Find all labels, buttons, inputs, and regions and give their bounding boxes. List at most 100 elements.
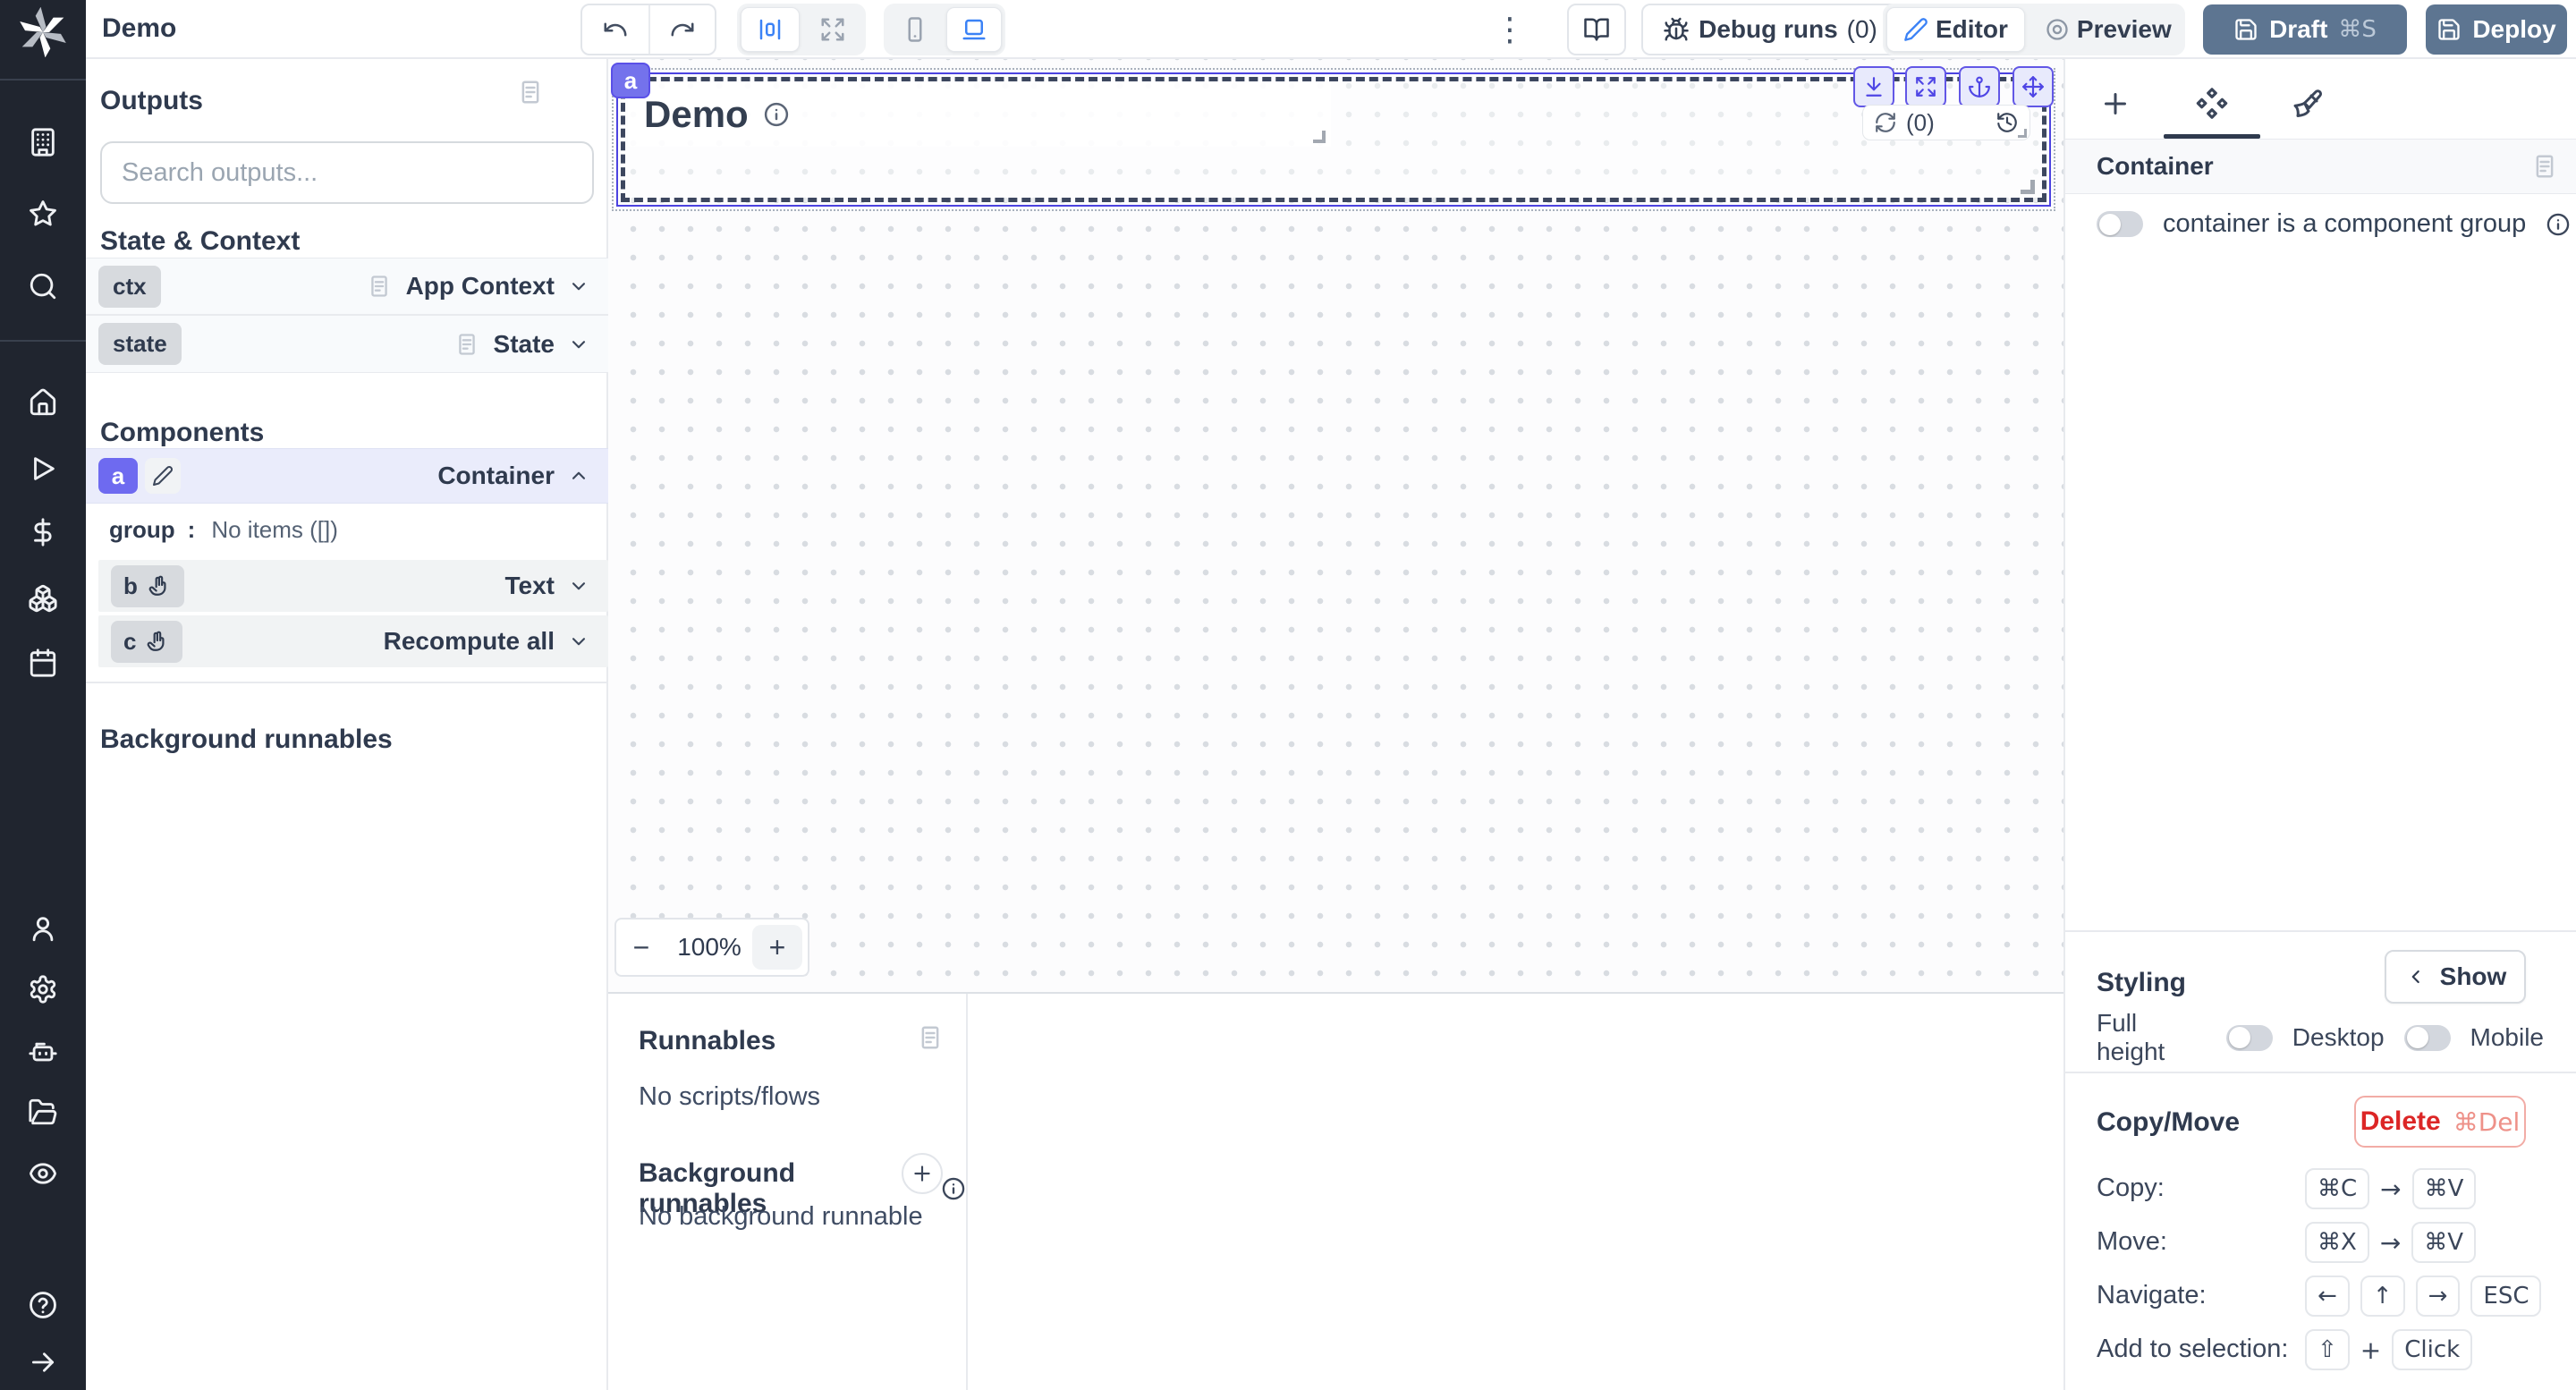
- deploy-button[interactable]: Deploy: [2426, 4, 2567, 55]
- rail-divider: [0, 340, 86, 342]
- kbd-key: ←: [2305, 1276, 2350, 1317]
- docs-button[interactable]: [1567, 4, 1626, 55]
- full-height-label: Full height: [2097, 1009, 2207, 1066]
- preview-label: Preview: [2077, 15, 2172, 44]
- refresh-icon[interactable]: [1874, 111, 1897, 134]
- user-icon[interactable]: [28, 913, 58, 944]
- anchor-button[interactable]: [1959, 66, 2000, 107]
- component-row-a[interactable]: a Container: [86, 448, 608, 504]
- runnables-column: Runnables No scripts/flows Background ru…: [608, 994, 968, 1390]
- mobile-toggle[interactable]: [2404, 1025, 2451, 1051]
- variables-icon[interactable]: [28, 517, 58, 547]
- folders-icon[interactable]: [28, 1097, 58, 1127]
- container-resize-handle[interactable]: [2021, 180, 2035, 194]
- settings-gear-icon[interactable]: [28, 974, 58, 1004]
- paintbrush-icon: [2292, 88, 2325, 120]
- component-settings-header: Container: [2065, 139, 2576, 194]
- zoom-level: 100%: [666, 933, 752, 962]
- full-height-toggle[interactable]: [2226, 1025, 2273, 1051]
- ctx-badge: ctx: [98, 266, 161, 308]
- component-icon: [2195, 87, 2229, 121]
- selection-outline: Demo: [612, 68, 2055, 211]
- show-styling-button[interactable]: Show: [2385, 950, 2526, 1004]
- chevron-down-icon[interactable]: [567, 630, 590, 653]
- zoom-out-button[interactable]: −: [616, 925, 666, 970]
- chevron-up-icon[interactable]: [567, 464, 590, 487]
- doc-icon: [367, 274, 392, 299]
- copy-move-title: Copy/Move: [2097, 1107, 2240, 1138]
- shortcut-label: Copy:: [2097, 1174, 2165, 1203]
- search-icon[interactable]: [28, 271, 58, 301]
- favorites-icon[interactable]: [28, 199, 58, 229]
- undo-button[interactable]: [582, 5, 648, 54]
- tab-preview[interactable]: Preview: [2029, 7, 2188, 52]
- tab-editor[interactable]: Editor: [1886, 7, 2025, 52]
- chevron-down-icon[interactable]: [567, 333, 590, 356]
- component-id-tab[interactable]: a: [611, 63, 650, 98]
- search-outputs-input[interactable]: [100, 141, 594, 204]
- component-runs-badge[interactable]: (0): [1862, 105, 2030, 140]
- audit-eye-icon[interactable]: [28, 1158, 58, 1189]
- add-background-runnable-button[interactable]: [902, 1153, 943, 1194]
- more-menu-kebab-icon[interactable]: ⋮: [1492, 9, 1528, 50]
- windmill-logo[interactable]: [18, 7, 68, 57]
- centered-layout-button[interactable]: [741, 7, 800, 52]
- show-label: Show: [2440, 962, 2507, 991]
- full-width-layout-button[interactable]: [803, 7, 862, 52]
- help-icon[interactable]: [28, 1290, 58, 1320]
- fullscreen-button[interactable]: [1905, 66, 1946, 107]
- state-row[interactable]: state State: [86, 315, 608, 373]
- draft-button[interactable]: Draft ⌘S: [2203, 4, 2407, 55]
- resize-handle[interactable]: [2018, 129, 2027, 138]
- rail-divider: [0, 79, 86, 81]
- group-value: No items ([]): [211, 516, 338, 544]
- rename-pencil-icon[interactable]: [145, 458, 181, 494]
- schedules-icon[interactable]: [28, 648, 58, 678]
- move-button[interactable]: [2012, 66, 2054, 107]
- component-row-c[interactable]: c Recompute all: [98, 615, 608, 667]
- chevron-down-icon[interactable]: [567, 574, 590, 598]
- resources-icon[interactable]: [28, 583, 58, 614]
- tab-component-settings[interactable]: [2194, 86, 2230, 122]
- tab-insert-component[interactable]: [2097, 86, 2133, 122]
- container-component[interactable]: Demo: [621, 77, 2046, 202]
- arrow-right-glyph: →: [2380, 1228, 2401, 1258]
- home-icon[interactable]: [28, 387, 58, 418]
- expand-sidebar-icon[interactable]: [28, 1347, 58, 1377]
- desktop-view-button[interactable]: [946, 7, 1002, 52]
- doc-icon[interactable]: [2531, 153, 2558, 180]
- delete-button[interactable]: Delete ⌘Del: [2354, 1096, 2526, 1148]
- plus-glyph: +: [2360, 1335, 2381, 1365]
- kbd-key: →: [2416, 1276, 2461, 1317]
- expand-icon: [1914, 75, 1937, 98]
- expand-down-button[interactable]: [1853, 66, 1894, 107]
- tab-styling[interactable]: [2291, 86, 2326, 122]
- outputs-title: Outputs: [100, 86, 203, 116]
- shortcut-label: Add to selection:: [2097, 1335, 2288, 1364]
- info-icon[interactable]: [2546, 212, 2571, 237]
- resize-handle[interactable]: [1313, 131, 1326, 143]
- debug-runs-button[interactable]: Debug runs (0): [1641, 4, 1899, 55]
- info-icon[interactable]: [941, 1176, 966, 1201]
- workers-robot-icon[interactable]: [28, 1036, 58, 1066]
- info-icon[interactable]: [763, 101, 790, 128]
- mobile-view-button[interactable]: [887, 7, 943, 52]
- plus-icon: [2099, 88, 2131, 120]
- outputs-log-icon[interactable]: [517, 79, 544, 106]
- kbd-key: Click: [2392, 1329, 2472, 1370]
- workspace-icon[interactable]: [28, 127, 58, 157]
- runnables-log-icon[interactable]: [917, 1024, 944, 1051]
- chevron-down-icon[interactable]: [567, 275, 590, 298]
- zoom-in-button[interactable]: +: [752, 925, 802, 970]
- panel-divider: [86, 682, 608, 683]
- redo-button[interactable]: [648, 5, 715, 54]
- app-canvas[interactable]: Demo a (0) − 100% +: [608, 59, 2063, 992]
- component-group-toggle[interactable]: [2097, 211, 2143, 237]
- kbd-key: ⌘V: [2411, 1222, 2476, 1263]
- text-component[interactable]: Demo: [628, 82, 1331, 147]
- history-icon[interactable]: [1996, 111, 2019, 134]
- move-icon: [2021, 75, 2045, 98]
- ctx-row[interactable]: ctx App Context: [86, 258, 608, 315]
- runs-icon[interactable]: [28, 453, 58, 484]
- component-row-b[interactable]: b Text: [98, 560, 608, 612]
